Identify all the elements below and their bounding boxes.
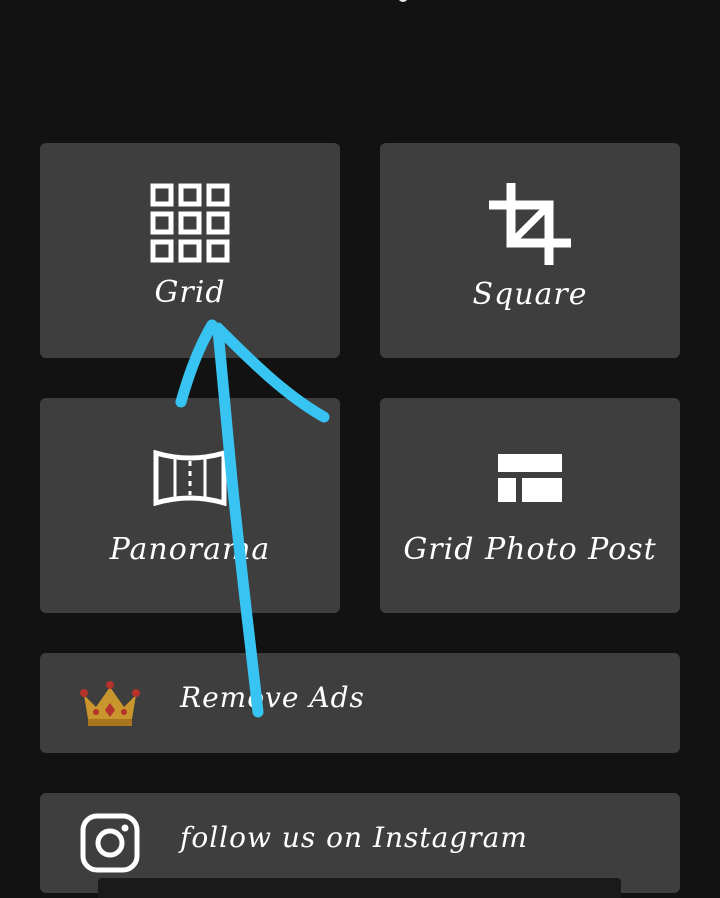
panorama-tile[interactable]: Panorama [40,398,340,613]
layout-icon [498,454,562,502]
instagram-label: follow us on Instagram [180,821,528,854]
crop-icon [489,183,571,265]
remove-ads-button[interactable]: Remove Ads [40,653,680,753]
grid-photo-post-tile[interactable]: Grid Photo Post [380,398,680,613]
status-glyph [398,0,408,2]
bottom-toast [98,878,621,898]
grid-tile[interactable]: Grid [40,143,340,358]
square-tile[interactable]: Square [380,143,680,358]
remove-ads-label: Remove Ads [180,681,365,714]
grid-icon [150,183,230,263]
panorama-icon [153,450,227,506]
app-screen: Grid Square Panorama Grid Photo Post Rem… [0,0,720,898]
grid-label: Grid [154,275,226,310]
grid-photo-post-label: Grid Photo Post [403,532,657,567]
crown-icon [80,681,140,726]
square-label: Square [472,277,588,312]
instagram-icon [80,813,140,873]
panorama-label: Panorama [109,532,271,567]
